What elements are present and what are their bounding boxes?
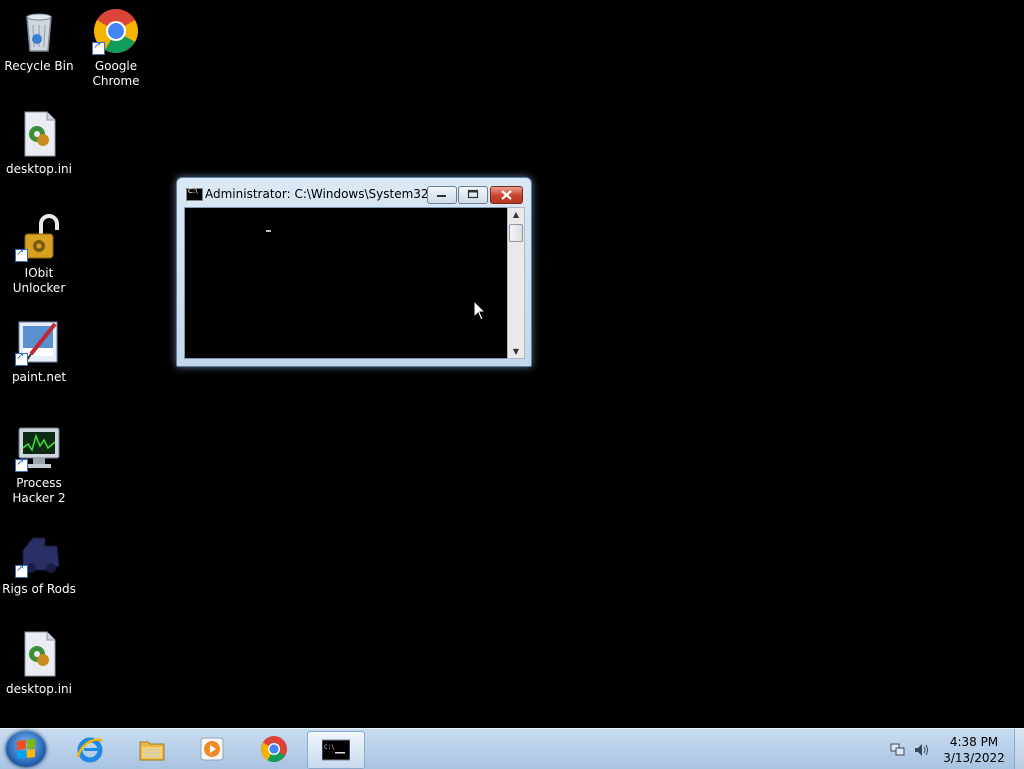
scroll-down-arrow-icon[interactable]: ▼ (508, 347, 524, 356)
scroll-up-arrow-icon[interactable]: ▲ (508, 210, 524, 219)
taskbar-media-player[interactable] (184, 731, 240, 767)
desktop-icon-iobit-unlocker[interactable]: IObit Unlocker (0, 214, 78, 296)
media-player-icon (198, 735, 226, 763)
internet-explorer-icon (76, 735, 104, 763)
taskbar-chrome[interactable] (246, 731, 302, 767)
shortcut-arrow-icon (15, 247, 28, 262)
shortcut-arrow-icon (15, 563, 28, 578)
process-hacker-icon (15, 424, 63, 472)
system-clock[interactable]: 4:38 PM 3/13/2022 (936, 734, 1012, 766)
minimize-icon (428, 186, 456, 205)
minimize-button[interactable] (427, 186, 457, 204)
command-prompt-window[interactable]: Administrator: C:\Windows\System32\... ▲… (176, 177, 532, 367)
scroll-thumb[interactable] (509, 224, 523, 242)
taskbar: C:\ 4:38 PM 3/13/2022 (0, 728, 1024, 769)
desktop-icon-process-hacker[interactable]: Process Hacker 2 (0, 424, 78, 506)
chrome-icon (92, 7, 140, 55)
start-button[interactable] (6, 731, 46, 767)
show-desktop-button[interactable] (1014, 729, 1024, 769)
desktop-icon-label: Process Hacker 2 (12, 476, 66, 505)
windows-logo-icon (17, 739, 35, 759)
network-icon[interactable] (890, 742, 906, 756)
desktop-icon-label: IObit Unlocker (12, 266, 66, 295)
desktop-icon-rigs-of-rods[interactable]: Rigs of Rods (0, 530, 78, 597)
desktop-icon-label: desktop.ini (6, 682, 72, 696)
desktop-icon-desktop-ini-2[interactable]: desktop.ini (0, 630, 78, 697)
ini-file-icon (15, 630, 63, 678)
paint-net-icon (15, 318, 63, 366)
desktop-icon-desktop-ini[interactable]: desktop.ini (0, 110, 78, 177)
desktop-icon-label: desktop.ini (6, 162, 72, 176)
console-output-area[interactable] (184, 207, 508, 359)
clock-time: 4:38 PM (949, 735, 999, 749)
command-prompt-icon (186, 187, 203, 201)
shortcut-arrow-icon (92, 40, 105, 55)
close-icon (491, 187, 522, 206)
desktop-icon-label: Recycle Bin (4, 59, 74, 73)
desktop-icon-label: Google Chrome (92, 59, 140, 88)
vertical-scrollbar[interactable]: ▲ ▼ (507, 207, 525, 359)
file-explorer-icon (138, 735, 166, 763)
desktop-icon-label: paint.net (11, 370, 67, 384)
command-prompt-icon: C:\ (321, 736, 351, 764)
taskbar-file-explorer[interactable] (124, 731, 180, 767)
shortcut-arrow-icon (15, 457, 28, 472)
desktop-icon-label: Rigs of Rods (2, 582, 76, 596)
recycle-bin-icon (15, 7, 63, 55)
iobit-unlocker-icon (15, 214, 63, 262)
rigs-of-rods-icon (15, 530, 63, 578)
maximize-icon (459, 186, 487, 205)
ini-file-icon (15, 110, 63, 158)
svg-text:C:\: C:\ (324, 744, 335, 751)
desktop-icon-google-chrome[interactable]: Google Chrome (77, 7, 155, 89)
chrome-icon (260, 735, 288, 763)
text-cursor (266, 230, 271, 232)
shortcut-arrow-icon (15, 351, 28, 366)
taskbar-internet-explorer[interactable] (62, 731, 118, 767)
window-title: Administrator: C:\Windows\System32\... (205, 187, 445, 201)
desktop-icon-recycle-bin[interactable]: Recycle Bin (0, 7, 78, 74)
taskbar-command-prompt[interactable]: C:\ (307, 731, 365, 769)
close-button[interactable] (490, 186, 523, 204)
volume-icon[interactable] (914, 742, 930, 756)
mouse-pointer-icon (473, 299, 487, 326)
clock-date: 3/13/2022 (943, 751, 1005, 765)
maximize-button[interactable] (458, 186, 488, 204)
desktop-icon-paint-net[interactable]: paint.net (0, 318, 78, 385)
